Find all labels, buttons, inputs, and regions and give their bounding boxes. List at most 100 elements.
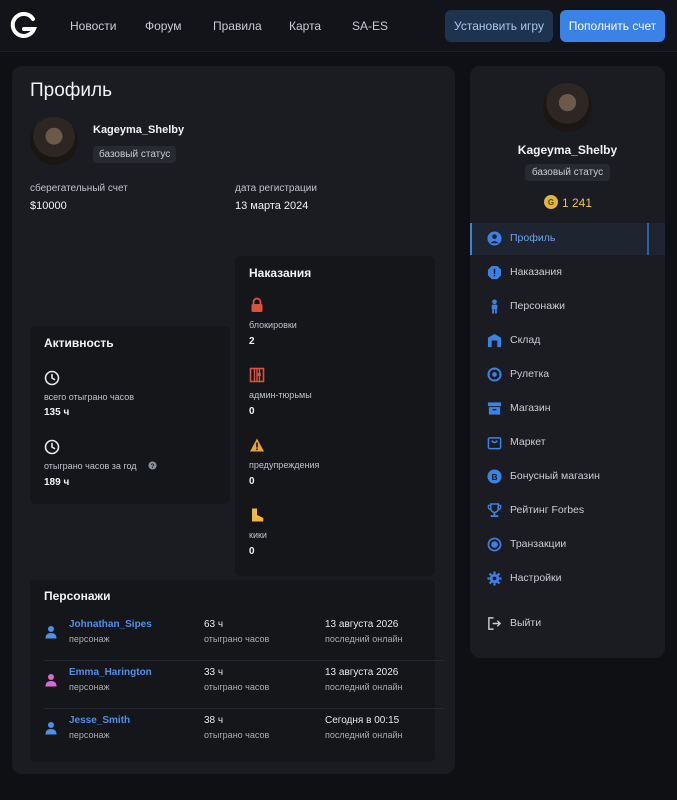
- sidebar-item-warehouse[interactable]: Склад: [470, 325, 665, 357]
- sidebar-item-label: Склад: [510, 334, 541, 346]
- total-hours-label: всего отыграно часов: [44, 392, 135, 402]
- character-role: персонаж: [69, 682, 110, 692]
- sidebar-item-label: Персонажи: [510, 300, 565, 312]
- roulette-icon: [487, 367, 502, 382]
- nav-rules[interactable]: Правила: [213, 19, 262, 33]
- logout-button[interactable]: Выйти: [470, 608, 665, 640]
- character-row[interactable]: Johnathan_Sipes персонаж 63 ч отыграно ч…: [44, 613, 444, 661]
- warehouse-icon: [487, 333, 502, 348]
- sidebar-item-characters[interactable]: Персонажи: [470, 291, 665, 323]
- sidebar-item-label: Рейтинг Forbes: [510, 504, 585, 516]
- sidebar-item-label: Рулетка: [510, 368, 550, 380]
- avatar[interactable]: [543, 83, 592, 132]
- character-name-link[interactable]: Jesse_Smith: [69, 715, 130, 726]
- sidebar-item-label: Транзакции: [510, 538, 567, 550]
- character-hours: 33 ч: [204, 667, 224, 678]
- user-circle-icon: [487, 231, 502, 246]
- character-row[interactable]: Emma_Harington персонаж 33 ч отыграно ча…: [44, 661, 444, 709]
- status-badge: базовый статус: [93, 146, 177, 163]
- sidebar-item-transactions[interactable]: Транзакции: [470, 529, 665, 561]
- jails-label: админ-тюрьмы: [249, 390, 312, 400]
- sidebar-item-label: Настройки: [510, 572, 562, 584]
- character-role: персонаж: [69, 634, 110, 644]
- clock-icon: [44, 439, 60, 455]
- savings-value: $10000: [30, 200, 67, 212]
- bag-icon: [487, 437, 502, 450]
- coin-balance: 1 241: [562, 196, 593, 210]
- nav-forum[interactable]: Форум: [145, 19, 181, 33]
- characters-card: Персонажи Johnathan_Sipes персонаж 63 ч …: [30, 580, 444, 762]
- sidebar-item-forbes[interactable]: Рейтинг Forbes: [470, 495, 665, 527]
- warnings-value: 0: [249, 476, 255, 487]
- character-role: персонаж: [69, 730, 110, 740]
- boot-icon: [252, 508, 264, 522]
- sidebar-item-bonus-store[interactable]: B Бонусный магазин: [470, 461, 665, 493]
- page-title: Профиль: [30, 80, 113, 101]
- kicks-value: 0: [249, 546, 255, 557]
- logout-label: Выйти: [510, 617, 542, 629]
- person-icon: [45, 722, 57, 735]
- character-row[interactable]: Jesse_Smith персонаж 38 ч отыграно часов…: [44, 709, 444, 757]
- logout-icon: [488, 617, 502, 630]
- punishments-title: Наказания: [249, 266, 312, 280]
- character-hours-label: отыграно часов: [204, 634, 270, 644]
- install-game-button[interactable]: Установить игру: [445, 10, 553, 42]
- trophy-icon: [487, 503, 502, 518]
- person-icon: [45, 674, 57, 687]
- kicks-label: кики: [249, 530, 267, 540]
- person-icon: [45, 626, 57, 639]
- character-last-online: 13 августа 2026: [325, 619, 399, 630]
- characters-title: Персонажи: [44, 589, 111, 603]
- bonus-icon: B: [487, 469, 502, 484]
- avatar: [30, 117, 78, 165]
- activity-title: Активность: [44, 336, 114, 350]
- character-name-link[interactable]: Emma_Harington: [69, 667, 152, 678]
- jails-value: 0: [249, 406, 255, 417]
- warnings-label: предупреждения: [249, 460, 320, 470]
- bans-value: 2: [249, 336, 255, 347]
- sidebar-item-profile[interactable]: Профиль: [470, 223, 665, 255]
- nav-map[interactable]: Карта: [289, 19, 321, 33]
- character-last-online-label: последний онлайн: [325, 730, 403, 740]
- svg-text:B: B: [491, 472, 497, 482]
- person-icon: [491, 299, 498, 314]
- year-hours-label: отыграно часов за год: [44, 461, 137, 471]
- character-hours: 38 ч: [204, 715, 224, 726]
- svg-text:?: ?: [151, 463, 155, 470]
- username: Kageyma_Shelby: [93, 124, 185, 136]
- character-last-online-label: последний онлайн: [325, 682, 403, 692]
- sidebar-item-label: Наказания: [510, 266, 562, 278]
- sidebar-status-badge: базовый статус: [525, 164, 610, 181]
- year-hours-value: 189 ч: [44, 477, 70, 488]
- transactions-icon: [487, 537, 502, 552]
- logo-icon[interactable]: [10, 12, 38, 40]
- warning-icon: [250, 438, 264, 452]
- top-navbar: Новости Форум Правила Карта SA-ES Устано…: [0, 0, 677, 52]
- sidebar-item-label: Магазин: [510, 402, 551, 414]
- nav-news[interactable]: Новости: [70, 19, 116, 33]
- sidebar-item-punishments[interactable]: Наказания: [470, 257, 665, 289]
- clock-icon: [44, 370, 60, 386]
- sidebar-item-label: Профиль: [510, 232, 556, 244]
- lock-icon: [251, 297, 263, 312]
- savings-label: сберегательный счет: [30, 183, 128, 194]
- profile-panel: Профиль Kageyma_Shelby базовый статус сб…: [12, 66, 455, 774]
- sidebar-item-roulette[interactable]: Рулетка: [470, 359, 665, 391]
- bans-label: блокировки: [249, 320, 297, 330]
- help-icon[interactable]: ?: [148, 461, 157, 470]
- sidebar-item-label: Маркет: [510, 436, 546, 448]
- character-hours-label: отыграно часов: [204, 730, 270, 740]
- total-hours-value: 135 ч: [44, 407, 70, 418]
- character-hours-label: отыграно часов: [204, 682, 270, 692]
- sidebar: Kageyma_Shelby базовый статус G 1 241 Пр…: [470, 66, 665, 658]
- alert-icon: [487, 265, 502, 280]
- registration-label: дата регистрации: [235, 183, 317, 194]
- character-hours: 63 ч: [204, 619, 224, 630]
- nav-sa-es[interactable]: SA-ES: [352, 19, 388, 33]
- sidebar-item-market[interactable]: Маркет: [470, 427, 665, 459]
- sidebar-item-store[interactable]: Магазин: [470, 393, 665, 425]
- top-up-button[interactable]: Пополнить счет: [560, 10, 665, 42]
- character-name-link[interactable]: Johnathan_Sipes: [69, 619, 152, 630]
- sidebar-item-settings[interactable]: Настройки: [470, 563, 665, 595]
- character-last-online: Сегодня в 00:15: [325, 715, 400, 726]
